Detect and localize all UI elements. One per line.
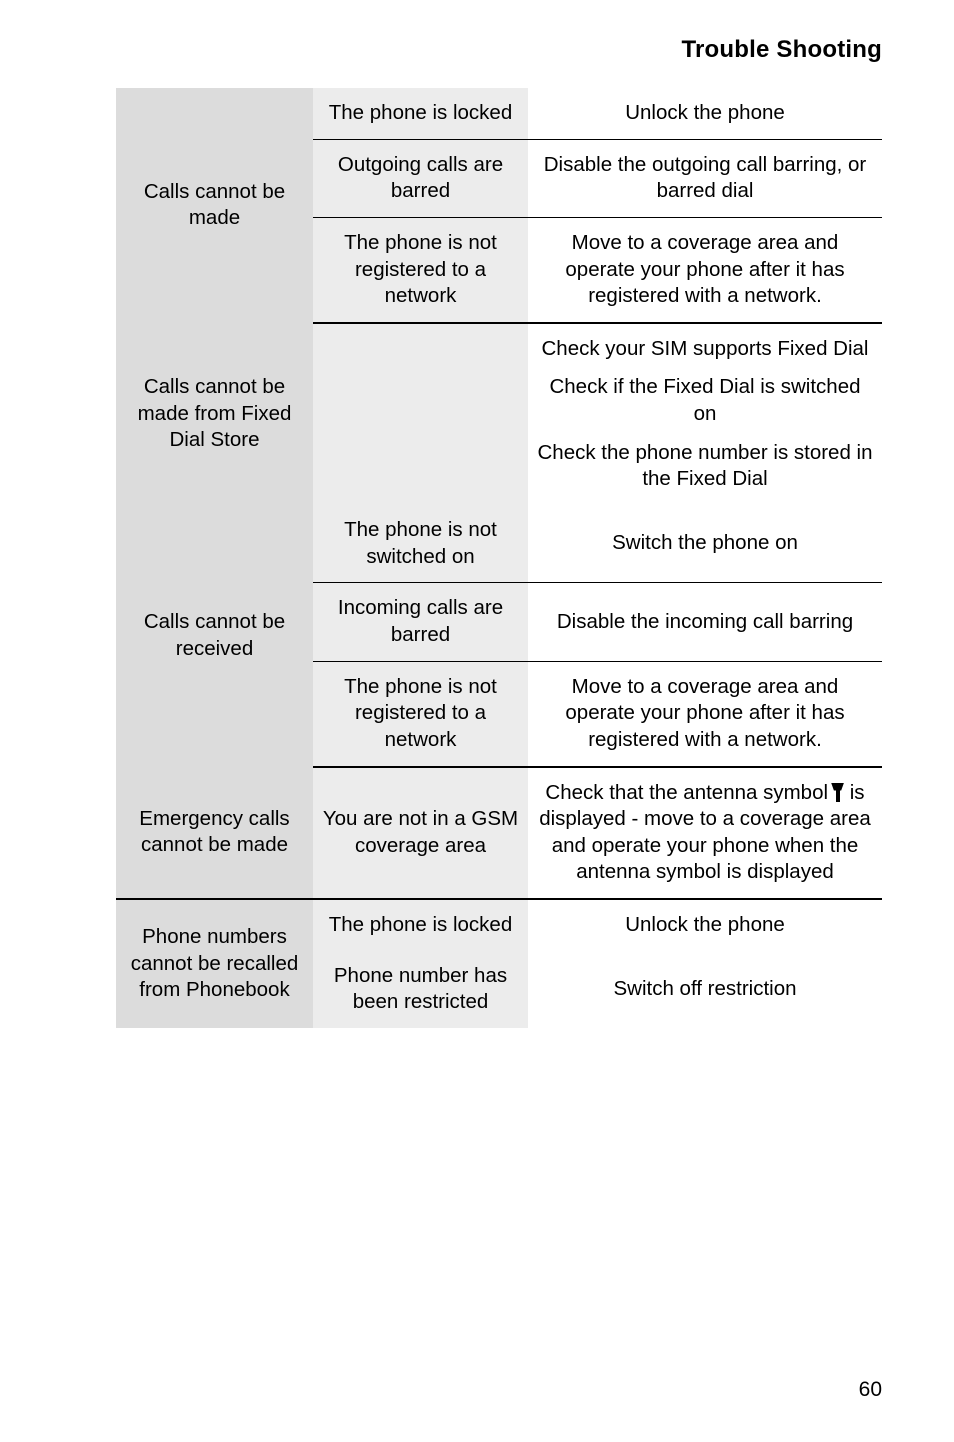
remedy-cell: Unlock the phone [528, 899, 882, 951]
cause-cell: The phone is locked [313, 899, 528, 951]
problem-cell: Phone numbers cannot be recalled from Ph… [116, 899, 313, 1029]
remedy-cell: Disable the outgoing call barring, or ba… [528, 139, 882, 218]
remedy-cell: Disable the incoming call barring [528, 582, 882, 662]
remedy-cell: Move to a coverage area and operate your… [528, 661, 882, 768]
document-page: Trouble Shooting Calls cannot be made Th… [0, 0, 954, 1442]
cause-cell: You are not in a GSM coverage area [313, 766, 528, 901]
remedy-paragraph: Check the phone number is stored in the … [537, 440, 873, 491]
table-row: Emergency calls cannot be made You are n… [116, 766, 882, 901]
remedy-cell: Unlock the phone [528, 88, 882, 140]
remedy-paragraph: Check your SIM supports Fixed Dial [541, 336, 869, 360]
table-row: Calls cannot be made from Fixed Dial Sto… [116, 322, 882, 506]
cause-cell: The phone is not switched on [313, 505, 528, 584]
table-row: Calls cannot be received The phone is no… [116, 505, 882, 767]
cause-cell: The phone is not registered to a network [313, 217, 528, 324]
remedy-cell: Switch off restriction [528, 950, 882, 1029]
table-row: Calls cannot be made The phone is locked… [116, 88, 882, 323]
page-title: Trouble Shooting [681, 36, 882, 63]
page-number: 60 [858, 1378, 882, 1401]
remedy-cell: Move to a coverage area and operate your… [528, 217, 882, 324]
cause-cell: Outgoing calls are barred [313, 139, 528, 218]
problem-cell: Calls cannot be made [116, 88, 313, 323]
table-row: Phone numbers cannot be recalled from Ph… [116, 899, 882, 1029]
antenna-icon [831, 782, 845, 802]
cause-cell: The phone is locked [313, 88, 528, 140]
cause-cell: Incoming calls are barred [313, 582, 528, 662]
trouble-shooting-table: Calls cannot be made The phone is locked… [116, 88, 882, 1029]
remedy-paragraph: Check if the Fixed Dial is switched on [549, 375, 861, 426]
problem-cell: Emergency calls cannot be made [116, 766, 313, 901]
problem-cell: Calls cannot be made from Fixed Dial Sto… [116, 322, 313, 506]
cause-cell: Phone number has been restricted [313, 950, 528, 1029]
remedy-text-before-icon: Check that the antenna symbol [545, 780, 829, 804]
remedy-cell: Switch the phone on [528, 505, 882, 584]
remedy-cell: Check your SIM supports Fixed Dial Check… [528, 322, 882, 506]
cause-cell: The phone is not registered to a network [313, 661, 528, 768]
cause-cell [313, 322, 528, 506]
problem-cell: Calls cannot be received [116, 505, 313, 767]
remedy-cell: Check that the antenna symbol is display… [528, 766, 882, 901]
